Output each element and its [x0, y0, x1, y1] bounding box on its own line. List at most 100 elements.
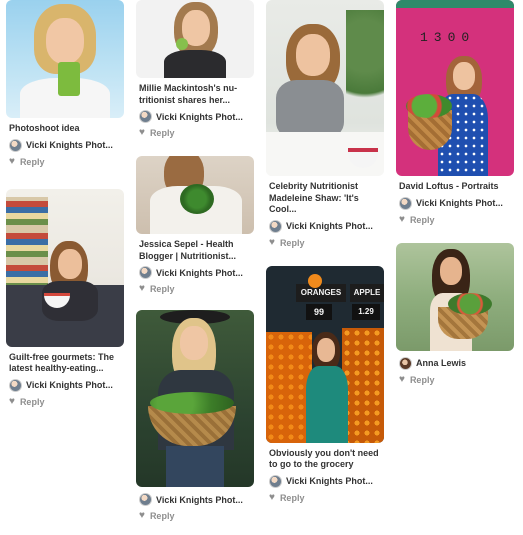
- plants: [346, 10, 384, 130]
- pin-card[interactable]: Vicki Knights Phot... ♥ Reply: [136, 310, 254, 521]
- model-face: [46, 18, 84, 64]
- pin-card[interactable]: Photoshoot idea Vicki Knights Phot... ♥ R…: [6, 0, 124, 167]
- pin-owner[interactable]: Vicki Knights Phot...: [136, 110, 254, 123]
- pin-owner-name[interactable]: Vicki Knights Phot...: [156, 112, 243, 122]
- owner-avatar[interactable]: [269, 219, 282, 233]
- woman-face: [58, 248, 82, 279]
- pin-owner[interactable]: Vicki Knights Phot...: [266, 474, 384, 488]
- heart-icon[interactable]: ♥: [139, 511, 145, 521]
- reply-button[interactable]: ♥ Reply: [136, 128, 254, 139]
- pin-owner-name[interactable]: Vicki Knights Phot...: [156, 268, 243, 278]
- reply-label[interactable]: Reply: [150, 511, 175, 521]
- pin-title[interactable]: Guilt-free gourmets: The latest healthy-…: [6, 352, 124, 375]
- owner-avatar[interactable]: [399, 356, 412, 370]
- pin-title[interactable]: David Loftus - Portraits: [396, 181, 514, 193]
- reply-button[interactable]: ♥ Reply: [6, 156, 124, 167]
- pin-title[interactable]: Obviously you don't need to go to the gr…: [266, 448, 384, 471]
- reply-button[interactable]: ♥ Reply: [396, 374, 514, 385]
- reply-button[interactable]: ♥ Reply: [266, 492, 384, 503]
- pin-image[interactable]: [136, 0, 254, 78]
- pin-image[interactable]: 1300: [396, 0, 514, 176]
- pin-card[interactable]: Celebrity Nutritionist Madeleine Shaw: '…: [266, 0, 384, 248]
- pin-card[interactable]: ORANGES APPLE 99 1.29 Obviously you don'…: [266, 265, 384, 503]
- reply-label[interactable]: Reply: [150, 128, 175, 138]
- heart-icon[interactable]: ♥: [139, 128, 145, 138]
- leafy-greens: [180, 184, 214, 214]
- pin-owner-name[interactable]: Vicki Knights Phot...: [416, 198, 503, 208]
- pin-owner-name[interactable]: Anna Lewis: [416, 358, 466, 368]
- price-sign-129: 1.29: [352, 303, 380, 320]
- reply-label[interactable]: Reply: [410, 375, 435, 385]
- pin-title[interactable]: Millie Mackintosh's nu-tritionist shares…: [136, 83, 254, 106]
- pin-image[interactable]: [136, 310, 254, 487]
- pin-column-2: Millie Mackintosh's nu-tritionist shares…: [136, 0, 254, 521]
- pin-card[interactable]: Anna Lewis ♥ Reply: [396, 242, 514, 385]
- owner-avatar[interactable]: [139, 493, 152, 506]
- woman-face: [453, 62, 475, 90]
- heart-icon[interactable]: ♥: [399, 374, 405, 385]
- pin-owner[interactable]: Vicki Knights Phot...: [6, 378, 124, 392]
- reply-button[interactable]: ♥ Reply: [266, 237, 384, 248]
- door-number: 1300: [420, 30, 476, 45]
- owner-avatar[interactable]: [9, 378, 22, 392]
- pin-card[interactable]: Jessica Sepel - Health Blogger | Nutriti…: [136, 156, 254, 294]
- reply-button[interactable]: ♥ Reply: [396, 214, 514, 225]
- pin-owner[interactable]: Vicki Knights Phot...: [396, 196, 514, 210]
- model-top: [164, 50, 226, 78]
- reply-button[interactable]: ♥ Reply: [6, 396, 124, 407]
- reply-label[interactable]: Reply: [150, 284, 175, 294]
- pin-owner[interactable]: Vicki Knights Phot...: [136, 493, 254, 506]
- reply-label[interactable]: Reply: [20, 157, 45, 167]
- reply-label[interactable]: Reply: [20, 397, 45, 407]
- pin-owner-name[interactable]: Vicki Knights Phot...: [26, 140, 113, 150]
- pin-card[interactable]: Millie Mackintosh's nu-tritionist shares…: [136, 0, 254, 138]
- greens: [150, 392, 234, 414]
- pin-image[interactable]: ORANGES APPLE 99 1.29: [266, 265, 384, 443]
- greens: [406, 94, 452, 118]
- pin-column-3: Celebrity Nutritionist Madeleine Shaw: '…: [266, 0, 384, 503]
- reply-button[interactable]: ♥ Reply: [136, 511, 254, 522]
- pin-image[interactable]: [396, 242, 514, 351]
- heart-icon[interactable]: ♥: [9, 156, 15, 167]
- reply-label[interactable]: Reply: [410, 215, 435, 225]
- pin-owner-name[interactable]: Vicki Knights Phot...: [26, 380, 113, 390]
- pin-title[interactable]: Celebrity Nutritionist Madeleine Shaw: '…: [266, 181, 384, 216]
- pin-card[interactable]: 1300 David Loftus - Portraits Vicki Knig…: [396, 0, 514, 225]
- jeans: [166, 446, 224, 487]
- heart-icon[interactable]: ♥: [139, 284, 145, 294]
- owner-avatar[interactable]: [139, 266, 152, 279]
- pin-owner[interactable]: Vicki Knights Phot...: [266, 219, 384, 233]
- heart-icon[interactable]: ♥: [399, 214, 405, 225]
- pin-owner-name[interactable]: Vicki Knights Phot...: [286, 476, 373, 486]
- woman-top: [276, 80, 344, 140]
- owner-avatar[interactable]: [9, 138, 22, 152]
- apple: [176, 38, 188, 50]
- tossed-orange: [308, 273, 322, 288]
- reply-label[interactable]: Reply: [280, 238, 305, 248]
- pin-image[interactable]: [6, 0, 124, 118]
- pin-owner-name[interactable]: Vicki Knights Phot...: [156, 495, 243, 505]
- pin-card[interactable]: Guilt-free gourmets: The latest healthy-…: [6, 188, 124, 407]
- woman-face: [180, 326, 208, 360]
- pin-owner-name[interactable]: Vicki Knights Phot...: [286, 221, 373, 231]
- pin-owner[interactable]: Vicki Knights Phot...: [136, 266, 254, 279]
- heart-icon[interactable]: ♥: [269, 492, 275, 503]
- woman-face: [317, 337, 335, 362]
- pin-image[interactable]: [6, 188, 124, 347]
- pin-image[interactable]: [266, 0, 384, 176]
- heart-icon[interactable]: ♥: [269, 237, 275, 248]
- reply-label[interactable]: Reply: [280, 493, 305, 503]
- pin-owner[interactable]: Vicki Knights Phot...: [6, 138, 124, 152]
- pin-owner[interactable]: Anna Lewis: [396, 356, 514, 370]
- owner-avatar[interactable]: [139, 110, 152, 123]
- door-frame: [396, 0, 514, 8]
- heart-icon[interactable]: ♥: [9, 396, 15, 407]
- reply-button[interactable]: ♥ Reply: [136, 284, 254, 295]
- price-sign-oranges: ORANGES: [296, 283, 346, 302]
- pin-image[interactable]: [136, 156, 254, 234]
- pin-title[interactable]: Photoshoot idea: [6, 123, 124, 135]
- owner-avatar[interactable]: [269, 474, 282, 488]
- pin-title[interactable]: Jessica Sepel - Health Blogger | Nutriti…: [136, 239, 254, 262]
- owner-avatar[interactable]: [399, 196, 412, 210]
- price-sign-apple: APPLE: [350, 283, 384, 302]
